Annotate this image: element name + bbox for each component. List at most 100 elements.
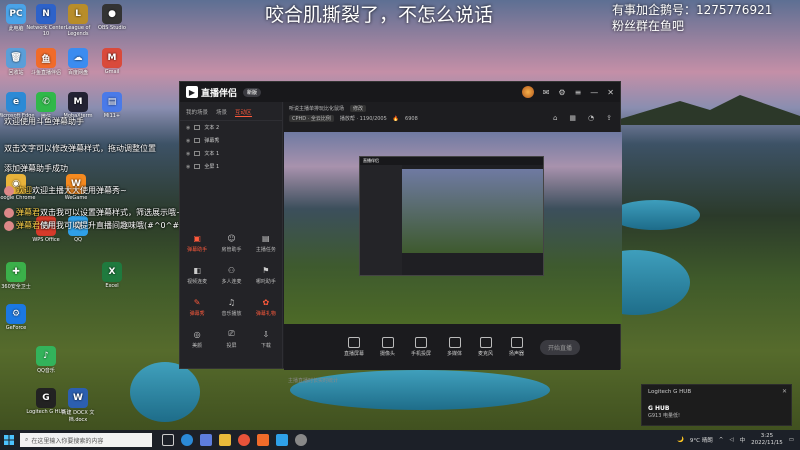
window-titlebar[interactable]: ▶ 直播伴侣 新版 ✉ ⚙ ≡ — ✕ — [180, 82, 620, 102]
tool-label: 美颜 — [192, 343, 203, 349]
windows-store-icon[interactable] — [200, 434, 212, 446]
tool-button[interactable]: ✎ 弹幕秀 — [180, 296, 214, 318]
clock[interactable]: 3:25 2022/11/15 — [751, 433, 783, 447]
source-button[interactable]: 直播屏幕 — [344, 337, 364, 357]
tool-button[interactable]: ◎ 美颜 — [180, 328, 214, 350]
tool-button[interactable]: ◧ 视频连麦 — [180, 264, 214, 286]
tool-button[interactable]: ⇩ 下载 — [249, 328, 283, 350]
mountain-range — [600, 95, 800, 125]
avatar[interactable] — [521, 86, 534, 98]
stream-title[interactable]: 听说主播单排玩比化鼠场 — [289, 105, 344, 112]
desktop-shortcut[interactable]: ▤ Mi11+ — [92, 92, 132, 119]
avatar — [4, 220, 14, 231]
folder-icon[interactable] — [219, 434, 231, 446]
live-companion-window[interactable]: ▶ 直播伴侣 新版 ✉ ⚙ ≡ — ✕ 我的场景 场景 互动区 ◉ 文本 2 ◉ 弹幕秀 ◉… — [179, 81, 622, 384]
layer-icon — [194, 151, 201, 156]
mail-icon[interactable]: ✉ — [543, 88, 550, 97]
app-icon: ♪ — [36, 346, 56, 366]
taskbar-apps — [162, 434, 307, 446]
source-label: 麦克风 — [478, 351, 494, 357]
source-button[interactable]: 扬声器 — [509, 337, 524, 357]
eye-icon[interactable]: ◉ — [186, 151, 190, 157]
scene-item[interactable]: ◉ 文本 1 — [180, 147, 282, 160]
tool-icon: ⇩ — [262, 329, 270, 339]
left-tabs: 我的场景 场景 互动区 — [180, 102, 282, 121]
source-label: 手机投屏 — [411, 351, 432, 357]
edge-icon[interactable] — [181, 434, 193, 446]
desktop-shortcut[interactable]: X Excel — [92, 262, 132, 289]
room-meta: 播放帮 · 1190/2005 — [339, 116, 387, 122]
ime-icon[interactable]: 中 — [740, 436, 746, 444]
qq-number: 有事加企鹅号：1275776921 — [612, 3, 773, 17]
source-button[interactable]: 多媒体 — [447, 337, 462, 357]
menu-icon[interactable]: ≡ — [575, 88, 582, 97]
source-toolbar: 直播屏幕 摄像头 手机投屏 多媒体 麦克风 扬声器 开始直播 — [284, 324, 620, 370]
tool-button[interactable]: ☺ 房管助手 — [214, 232, 248, 254]
task-view-icon[interactable] — [162, 434, 174, 446]
taskbar: ⌕ 在这里输入你要搜索的内容 🌙 9°C 晴朗 ^ ◁ 中 3:25 2022/… — [0, 430, 800, 450]
tool-button[interactable]: ⚇ 多人连麦 — [214, 264, 248, 286]
toast-notification[interactable]: Logitech G HUB ✕ G HUB G913 电量低! — [641, 384, 792, 426]
windows-icon — [4, 435, 14, 445]
tool-button[interactable]: ♫ 音乐播放 — [214, 296, 248, 318]
room-category[interactable]: CPHD · 全云比例 — [289, 115, 334, 122]
eye-icon[interactable]: ◉ — [186, 125, 190, 131]
qq-icon[interactable] — [276, 434, 288, 446]
start-button[interactable] — [0, 435, 18, 445]
eye-icon[interactable]: ◉ — [186, 164, 190, 170]
tab-1[interactable]: 场景 — [216, 108, 227, 117]
toast-app-name: Logitech G HUB — [648, 389, 692, 395]
source-button[interactable]: 麦克风 — [478, 337, 493, 357]
tool-button[interactable]: ⎚ 投屏 — [214, 328, 248, 349]
desktop-shortcut[interactable]: ● OBS Studio — [92, 4, 132, 31]
weather-text[interactable]: 9°C 晴朗 — [690, 436, 713, 444]
desktop-shortcut[interactable]: ⚙ GeForce — [0, 304, 36, 331]
share-icon[interactable]: ⇪ — [606, 114, 612, 122]
tool-label: 弹幕助手 — [187, 247, 208, 253]
source-button[interactable]: 摄像头 — [380, 337, 395, 357]
tray-expand-icon[interactable]: ^ — [719, 437, 724, 443]
tool-label: 房管助手 — [221, 247, 242, 253]
tool-button[interactable]: ⚑ 哪吒助手 — [249, 264, 283, 286]
chrome-icon[interactable] — [238, 434, 250, 446]
danmaku-message: 添加弹幕助手成功 — [4, 163, 68, 174]
desktop-shortcut[interactable]: ♪ QQ音乐 — [26, 346, 66, 374]
close-icon[interactable]: ✕ — [782, 388, 787, 395]
desktop-shortcut[interactable]: ✚ 360安全卫士 — [0, 262, 36, 290]
volume-icon[interactable]: ◁ — [729, 437, 733, 443]
danmaku-message: 欢迎欢迎主播大大使用弹幕秀~ — [4, 185, 127, 196]
version-badge[interactable]: 新版 — [243, 87, 262, 97]
stream-preview[interactable]: 直播伴侣 — [284, 132, 622, 324]
danmaku-message: 双击文字可以修改弹幕样式，拖动调整位置 — [4, 143, 156, 154]
search-box[interactable]: ⌕ 在这里输入你要搜索的内容 — [20, 433, 152, 447]
minimize-icon[interactable]: — — [590, 88, 598, 97]
toast-message: G913 电量低! — [648, 413, 681, 419]
gift-icon[interactable]: ⌂ — [553, 114, 557, 122]
eye-icon[interactable]: ◉ — [186, 138, 190, 144]
shortcut-label: 360安全卫士 — [1, 284, 31, 290]
settings-icon[interactable]: ⚙ — [558, 88, 565, 97]
tool-button[interactable]: ▤ 主播任务 — [249, 232, 283, 254]
tool-button[interactable]: ✿ 弹幕礼物 — [249, 296, 283, 318]
chart-icon[interactable]: ▦ — [569, 114, 576, 122]
scene-item[interactable]: ◉ 全屏 1 — [180, 160, 282, 173]
bell-icon[interactable]: ◔ — [588, 114, 594, 122]
tab-2[interactable]: 互动区 — [235, 108, 252, 117]
scene-item[interactable]: ◉ 文本 2 — [180, 121, 282, 134]
notification-icon[interactable]: ▭ — [789, 437, 794, 443]
scene-item[interactable]: ◉ 弹幕秀 — [180, 134, 282, 147]
tool-button[interactable]: ▣ 弹幕助手 — [180, 232, 214, 254]
live-companion-icon[interactable] — [257, 434, 269, 446]
close-icon[interactable]: ✕ — [607, 88, 614, 97]
avatar — [4, 185, 14, 196]
tool-label: 主播任务 — [255, 247, 276, 253]
tab-0[interactable]: 我的场景 — [186, 108, 208, 117]
danmaku-text: 添加弹幕助手成功 — [4, 164, 68, 173]
settings-icon[interactable] — [295, 434, 307, 446]
start-live-button[interactable]: 开始直播 — [540, 339, 580, 355]
desktop-shortcut[interactable]: M Gmail — [92, 48, 132, 75]
app-icon: X — [102, 262, 122, 282]
desktop-shortcut[interactable]: W 新建 DOCX 文档.docx — [58, 388, 98, 423]
source-button[interactable]: 手机投屏 — [411, 337, 431, 357]
edit-title-button[interactable]: 修改 — [350, 105, 367, 112]
